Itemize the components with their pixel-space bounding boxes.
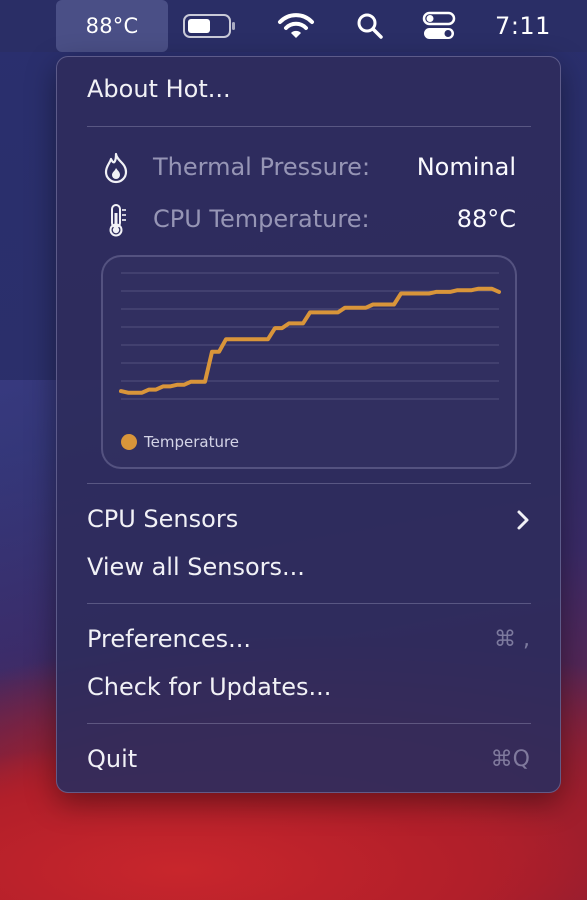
wifi-icon[interactable]	[274, 0, 318, 52]
cpu-temperature-label: CPU Temperature:	[153, 205, 370, 233]
chevron-right-icon	[516, 509, 530, 531]
hot-app-menu: About Hot... Thermal Pressure: Nominal C…	[56, 56, 561, 793]
flame-icon	[103, 151, 129, 185]
preferences-shortcut: ⌘ ,	[494, 627, 530, 652]
temperature-chart	[119, 272, 501, 400]
check-for-updates-menu-item[interactable]: Check for Updates...	[87, 673, 331, 701]
menu-separator	[87, 483, 531, 484]
about-menu-item[interactable]: About Hot...	[87, 75, 231, 103]
menu-separator	[87, 126, 531, 127]
quit-shortcut: ⌘Q	[490, 747, 530, 772]
control-center-icon[interactable]	[418, 0, 460, 52]
menu-separator	[87, 603, 531, 604]
view-all-sensors-menu-item[interactable]: View all Sensors...	[87, 553, 305, 581]
search-icon[interactable]	[350, 0, 390, 52]
preferences-menu-item[interactable]: Preferences...	[87, 625, 251, 653]
temperature-series-line	[119, 286, 501, 395]
menu-separator	[87, 723, 531, 724]
menubar-clock[interactable]: 7:11	[488, 0, 558, 52]
thermal-pressure-label: Thermal Pressure:	[153, 153, 371, 181]
menu-bar: 88°C 7:11	[0, 0, 587, 52]
temperature-graph: Temperature	[101, 255, 517, 469]
thermal-pressure-value: Nominal	[416, 153, 516, 181]
cpu-sensors-menu-item[interactable]: CPU Sensors	[87, 505, 238, 533]
cpu-temperature-value: 88°C	[456, 205, 516, 233]
legend-dot-temperature	[121, 434, 137, 450]
chart-legend: Temperature	[121, 433, 239, 451]
thermometer-icon	[103, 203, 129, 237]
legend-label-temperature: Temperature	[144, 433, 240, 451]
quit-menu-item[interactable]: Quit	[87, 745, 137, 773]
menubar-temperature-item[interactable]: 88°C	[56, 0, 168, 52]
battery-icon[interactable]	[180, 0, 240, 52]
